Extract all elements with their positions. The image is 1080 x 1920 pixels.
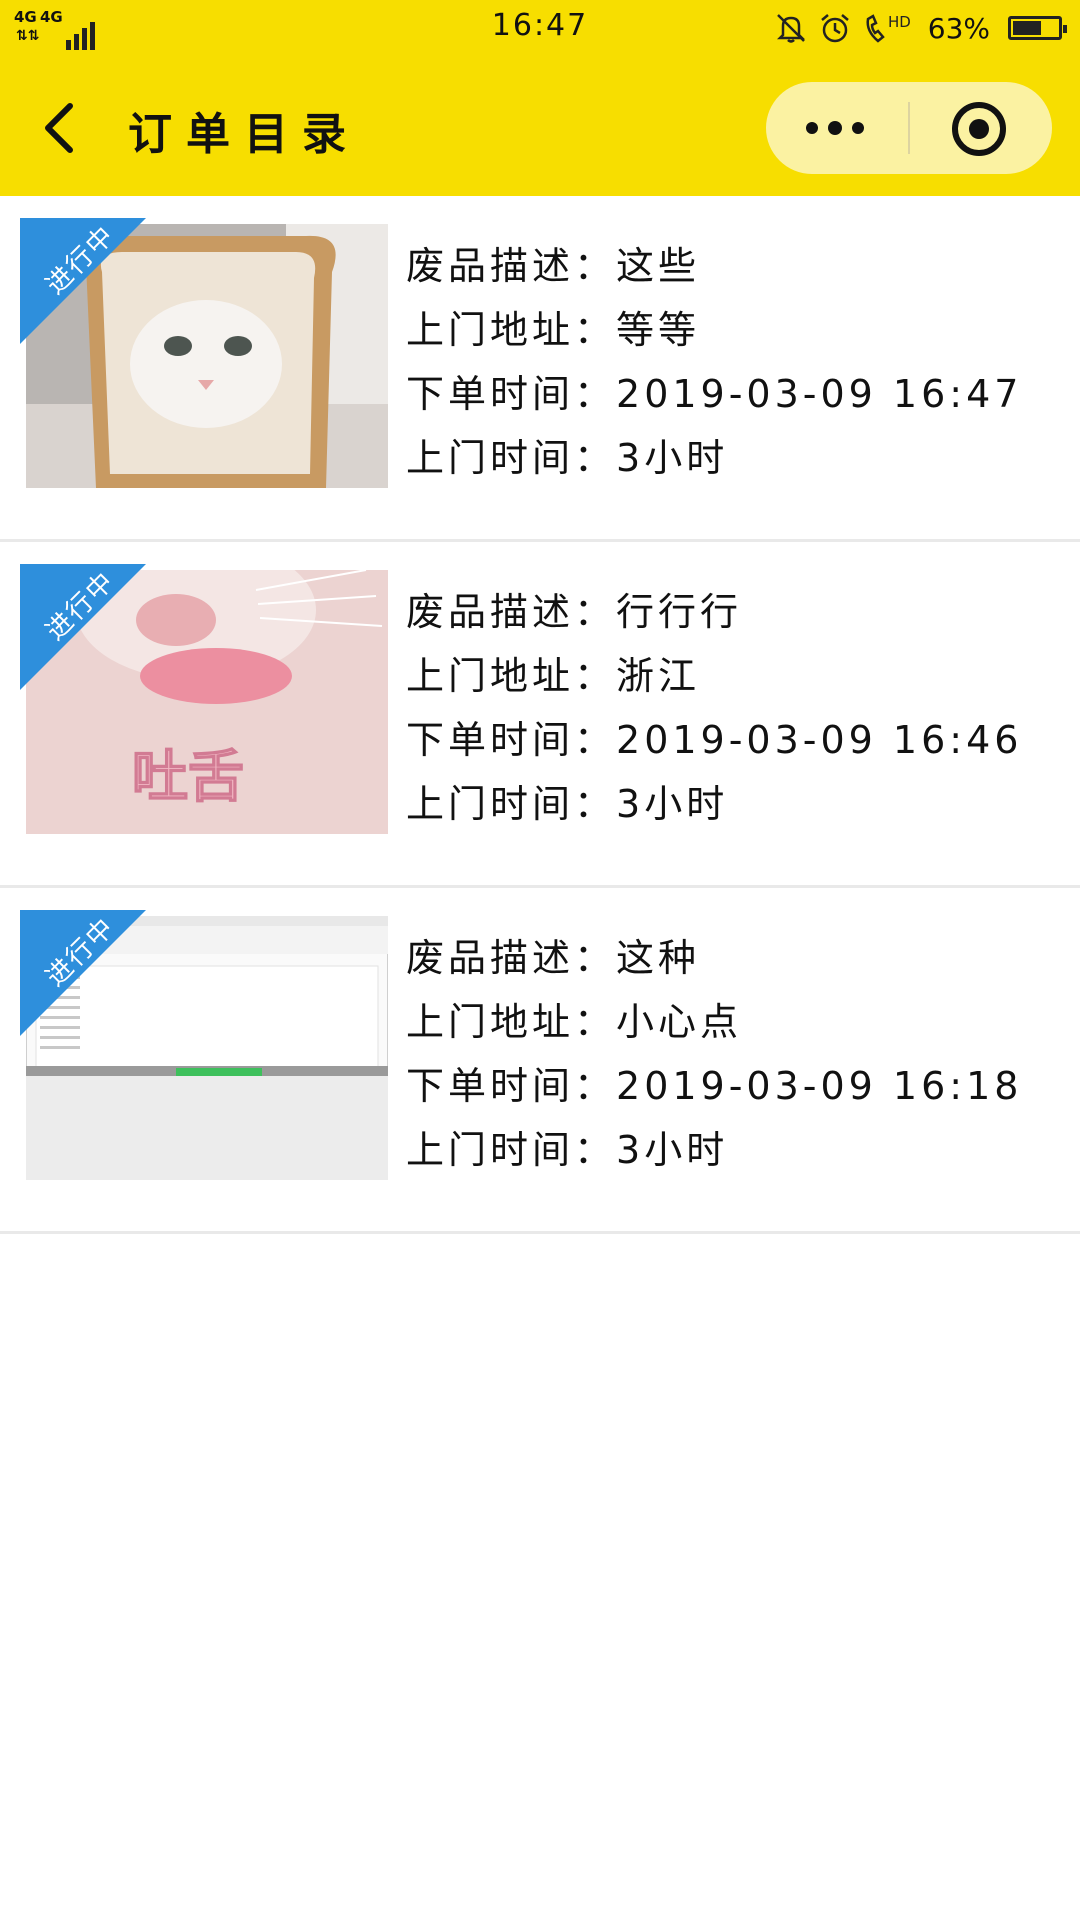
status-icons: HD 63%: [774, 8, 1067, 48]
pickup-address-value: 小心点: [616, 1000, 743, 1044]
order-card[interactable]: 吐舌 进行中 废品描述：行行行 上门地址：浙江 下单时间：2019-03-09 …: [0, 542, 1080, 888]
waste-description-row: 废品描述：这种: [406, 926, 1066, 990]
battery-percent: 63%: [927, 11, 990, 45]
waste-description-label: 废品描述：: [406, 936, 617, 980]
order-info: 废品描述：行行行 上门地址：浙江 下单时间：2019-03-09 16:46 上…: [406, 580, 1066, 836]
order-time-value: 2019-03-09 16:47: [616, 372, 1023, 416]
mute-bell-icon: [776, 14, 805, 43]
status-ribbon: 进行中: [20, 218, 146, 344]
waste-description-value: 这些: [616, 244, 701, 288]
order-time-label: 下单时间：: [406, 372, 617, 416]
order-time-value: 2019-03-09 16:18: [616, 1064, 1023, 1108]
waste-description-value: 行行行: [616, 590, 743, 634]
order-time-label: 下单时间：: [406, 1064, 617, 1108]
more-dot-icon: [852, 122, 864, 134]
target-icon: [969, 119, 989, 139]
order-card[interactable]: 进行中 废品描述：这些 上门地址：等等 下单时间：2019-03-09 16:4…: [0, 196, 1080, 542]
navigation-bar: 订单目录: [0, 60, 1080, 196]
waste-description-label: 废品描述：: [406, 244, 617, 288]
pickup-address-row: 上门地址：等等: [406, 298, 1066, 362]
battery-fill: [1013, 21, 1041, 35]
order-time-row: 下单时间：2019-03-09 16:47: [406, 362, 1066, 426]
order-info: 废品描述：这种 上门地址：小心点 下单时间：2019-03-09 16:18 上…: [406, 926, 1066, 1182]
chevron-left-icon: [45, 103, 73, 153]
status-time: 16:47: [491, 8, 589, 43]
visit-time-value: 3小时: [616, 1128, 729, 1172]
pickup-address-row: 上门地址：浙江: [406, 644, 1066, 708]
visit-time-label: 上门时间：: [406, 1128, 617, 1172]
more-button[interactable]: [766, 82, 908, 174]
hd-call-icon: HD: [866, 13, 911, 43]
pickup-address-value: 浙江: [616, 654, 701, 698]
visit-time-label: 上门时间：: [406, 436, 617, 480]
order-card[interactable]: 进行中 废品描述：这种 上门地址：小心点 下单时间：2019-03-09 16:…: [0, 888, 1080, 1234]
pickup-address-label: 上门地址：: [406, 654, 617, 698]
page-title: 订单目录: [128, 109, 360, 160]
order-time-row: 下单时间：2019-03-09 16:46: [406, 708, 1066, 772]
visit-time-row: 上门时间：3小时: [406, 426, 1066, 490]
back-button[interactable]: [36, 100, 86, 156]
status-bar: 4G 4G ⇅⇅ 16:47 HD 63%: [0, 0, 1080, 60]
data-arrows-icon: ⇅⇅: [16, 28, 40, 44]
close-miniprogram-button[interactable]: [952, 102, 1006, 156]
order-time-row: 下单时间：2019-03-09 16:18: [406, 1054, 1066, 1118]
signal-indicator: 4G 4G ⇅⇅: [14, 8, 95, 50]
visit-time-row: 上门时间：3小时: [406, 772, 1066, 836]
header-bar: 4G 4G ⇅⇅ 16:47 HD 63% 订单目录: [0, 0, 1080, 196]
hd-label: HD: [888, 13, 911, 31]
signal-bars-icon: [60, 22, 96, 50]
alarm-icon: [820, 14, 849, 43]
pickup-address-row: 上门地址：小心点: [406, 990, 1066, 1054]
miniprogram-capsule: [766, 82, 1052, 174]
thumbnail-caption: 吐舌: [132, 745, 244, 810]
status-ribbon: 进行中: [20, 564, 146, 690]
network-type-1: 4G: [14, 8, 37, 26]
order-time-value: 2019-03-09 16:46: [616, 718, 1023, 762]
capsule-divider: [908, 102, 910, 154]
visit-time-label: 上门时间：: [406, 782, 617, 826]
more-dot-icon: [806, 122, 818, 134]
more-dot-icon: [828, 121, 842, 135]
pickup-address-label: 上门地址：: [406, 308, 617, 352]
waste-description-row: 废品描述：行行行: [406, 580, 1066, 644]
pickup-address-label: 上门地址：: [406, 1000, 617, 1044]
status-ribbon: 进行中: [20, 910, 146, 1036]
battery-icon: [1008, 16, 1067, 40]
pickup-address-value: 等等: [616, 308, 701, 352]
order-time-label: 下单时间：: [406, 718, 617, 762]
visit-time-value: 3小时: [616, 436, 729, 480]
waste-description-row: 废品描述：这些: [406, 234, 1066, 298]
visit-time-value: 3小时: [616, 782, 729, 826]
visit-time-row: 上门时间：3小时: [406, 1118, 1066, 1182]
waste-description-label: 废品描述：: [406, 590, 617, 634]
order-info: 废品描述：这些 上门地址：等等 下单时间：2019-03-09 16:47 上门…: [406, 234, 1066, 490]
waste-description-value: 这种: [616, 936, 701, 980]
